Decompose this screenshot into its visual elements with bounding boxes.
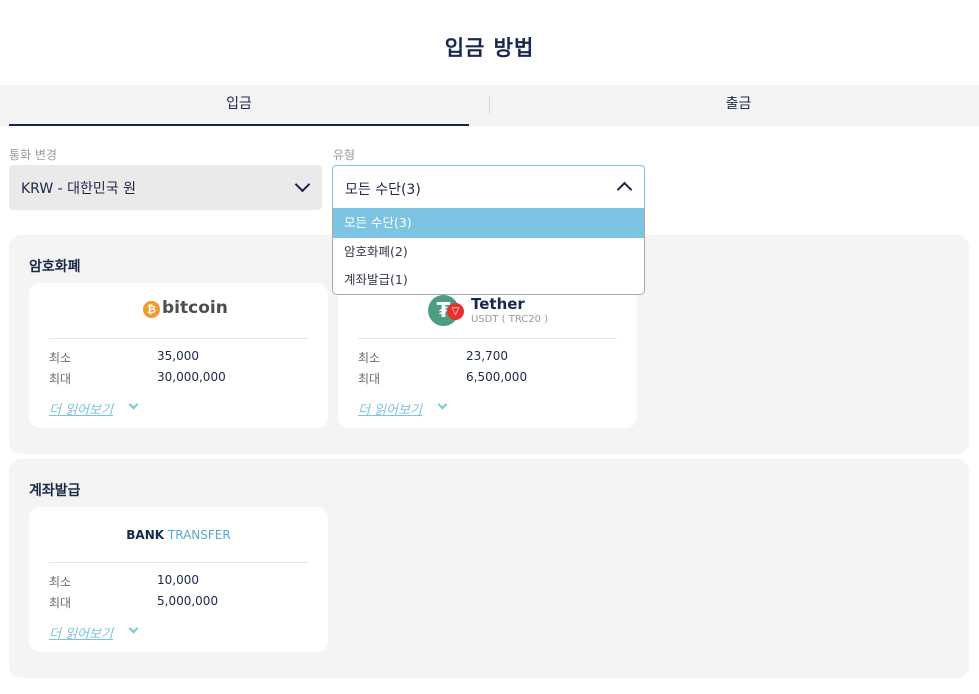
- bitcoin-logo: ₿ bitcoin: [29, 283, 328, 338]
- payment-card-bank-transfer[interactable]: BANK TRANSFER 최소 10,000 최대 5,000,000 더 읽…: [29, 507, 328, 652]
- min-label: 최소: [49, 575, 72, 589]
- read-more-link[interactable]: 더 읽어보기: [358, 399, 422, 418]
- section-bank: 계좌발급 BANK TRANSFER 최소 10,000 최대 5,000,00…: [9, 459, 969, 678]
- max-label: 최대: [49, 372, 72, 386]
- currency-select[interactable]: KRW - 대한민국 원: [9, 165, 322, 210]
- chevron-down-icon: [294, 176, 311, 193]
- max-value: 5,000,000: [157, 594, 219, 608]
- payment-card-bitcoin[interactable]: ₿ bitcoin 최소 35,000 최대 30,000,000 더 읽어보기: [29, 283, 328, 428]
- bitcoin-wordmark: bitcoin: [162, 298, 228, 318]
- chevron-down-icon: [437, 399, 448, 410]
- section-title: 계좌발급: [29, 483, 81, 499]
- type-dropdown-menu: 모든 수단(3) 암호화폐(2) 계좌발급(1): [332, 208, 645, 295]
- read-more-link[interactable]: 더 읽어보기: [49, 623, 113, 642]
- type-option-crypto[interactable]: 암호화폐(2): [333, 238, 644, 266]
- chevron-up-icon: [616, 181, 633, 198]
- bitcoin-icon: ₿: [143, 301, 160, 318]
- tether-wordmark: Tether: [471, 295, 525, 313]
- transfer-wordmark: TRANSFER: [167, 528, 231, 542]
- max-label: 최대: [358, 372, 381, 386]
- bank-transfer-logo: BANK TRANSFER: [29, 528, 328, 542]
- page-title: 입금 방법: [444, 36, 535, 60]
- chevron-down-icon: [128, 399, 139, 410]
- min-value: 35,000: [157, 349, 199, 363]
- divider: [358, 338, 617, 339]
- min-label: 최소: [49, 351, 72, 365]
- section-title: 암호화폐: [29, 259, 81, 275]
- payment-card-tether[interactable]: ₮ ▽ Tether USDT ( TRC20 ) 최소 23,700 최대 6…: [338, 283, 637, 428]
- tron-icon: ▽: [447, 303, 464, 320]
- tether-network: USDT ( TRC20 ): [471, 314, 549, 325]
- divider: [49, 562, 308, 563]
- min-value: 10,000: [157, 573, 199, 587]
- type-option-all[interactable]: 모든 수단(3): [333, 208, 644, 238]
- type-label: 유형: [333, 148, 356, 162]
- read-more-link[interactable]: 더 읽어보기: [49, 399, 113, 418]
- max-value: 6,500,000: [466, 370, 528, 384]
- type-select[interactable]: 모든 수단(3): [332, 165, 645, 210]
- tab-bar: 입금 출금: [0, 85, 979, 126]
- chevron-down-icon: [128, 623, 139, 634]
- type-select-value: 모든 수단(3): [345, 182, 421, 198]
- min-value: 23,700: [466, 349, 508, 363]
- currency-select-value: KRW - 대한민국 원: [21, 181, 136, 197]
- min-label: 최소: [358, 351, 381, 365]
- tab-withdraw[interactable]: 출금: [490, 85, 979, 126]
- type-option-bank[interactable]: 계좌발급(1): [333, 266, 644, 294]
- max-label: 최대: [49, 596, 72, 610]
- currency-label: 통화 변경: [9, 148, 57, 162]
- max-value: 30,000,000: [157, 370, 226, 384]
- divider: [49, 338, 308, 339]
- tab-deposit[interactable]: 입금: [9, 85, 469, 126]
- bank-wordmark: BANK: [126, 528, 165, 542]
